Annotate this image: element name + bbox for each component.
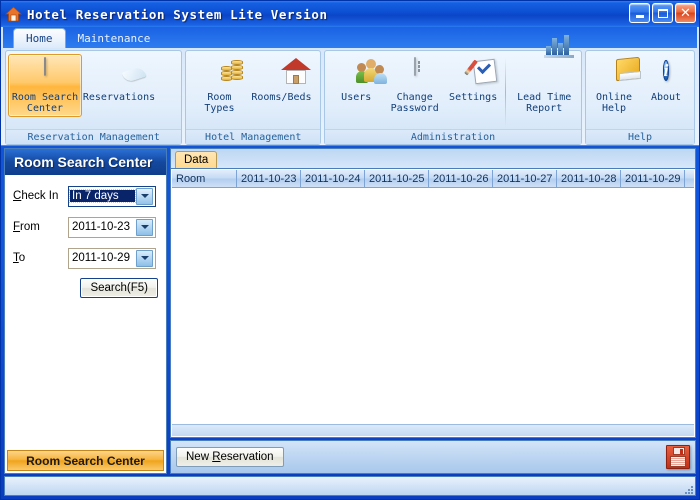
calendar-icon <box>29 57 61 90</box>
grid-column-header-date[interactable]: 2011-10-28 <box>557 170 621 188</box>
from-date-picker[interactable]: 2011-10-23 <box>68 216 156 238</box>
ribbon: Home Maintenance Room Search Center Rese… <box>1 27 699 146</box>
tab-home[interactable]: Home <box>13 28 66 48</box>
action-bar: New Reservation <box>170 440 696 474</box>
chevron-down-icon[interactable] <box>136 218 153 236</box>
ribbon-button-label: Rooms/Beds <box>251 92 312 103</box>
results-grid: Room 2011-10-23 2011-10-24 2011-10-25 20… <box>170 168 696 438</box>
grid-column-header-date[interactable]: 2011-10-27 <box>493 170 557 188</box>
check-in-label: Check In <box>13 190 59 202</box>
title-bar: Hotel Reservation System Lite Version ✕ <box>1 1 699 27</box>
search-form: Check In In 7 days From 2011-10-23 To 20… <box>5 175 166 449</box>
app-house-icon <box>4 5 23 23</box>
bar-chart-icon <box>528 35 575 90</box>
ribbon-group-label: Administration <box>325 129 581 144</box>
from-value: 2011-10-23 <box>72 221 130 233</box>
tab-data[interactable]: Data <box>175 151 218 168</box>
close-icon: ✕ <box>680 5 691 21</box>
grid-body[interactable] <box>172 188 694 424</box>
ribbon-separator <box>505 58 507 127</box>
grid-column-header-date[interactable]: 2011-10-25 <box>365 170 429 188</box>
to-label: To <box>13 252 26 264</box>
grid-column-header-filler <box>685 170 694 188</box>
ribbon-group-reservation-management: Room Search Center Reservations Reservat… <box>5 50 183 145</box>
ribbon-button-about[interactable]: i About <box>640 54 692 106</box>
ribbon-button-lead-time-report[interactable]: Lead Time Report <box>509 35 579 117</box>
ribbon-button-label: Room Search Center <box>11 92 79 114</box>
info-icon: i <box>662 60 670 81</box>
tab-maintenance[interactable]: Maintenance <box>66 28 163 48</box>
chevron-down-icon[interactable] <box>136 249 153 267</box>
search-row: Search(F5) <box>13 278 158 298</box>
house-icon <box>265 58 312 90</box>
resize-grip[interactable] <box>681 482 693 494</box>
ribbon-group-hotel-management: Room Types Rooms/Beds Hotel Management <box>185 50 321 145</box>
ribbon-button-rooms-beds[interactable]: Rooms/Beds <box>250 54 312 106</box>
field-check-in: Check In In 7 days <box>13 185 158 207</box>
checklist-pen-icon <box>457 58 498 90</box>
ribbon-button-label: Room Types <box>204 92 235 114</box>
ribbon-button-room-types[interactable]: Room Types <box>188 54 250 117</box>
grid-column-header-date[interactable]: 2011-10-26 <box>429 170 493 188</box>
ribbon-group-label: Hotel Management <box>186 129 320 144</box>
field-from: From 2011-10-23 <box>13 216 158 238</box>
grid-column-header-date[interactable]: 2011-10-29 <box>621 170 685 188</box>
main-panel: Data Room 2011-10-23 2011-10-24 2011-10-… <box>170 148 696 474</box>
check-in-select[interactable]: In 7 days <box>68 185 156 207</box>
panel-footer: Room Search Center <box>5 449 166 473</box>
ribbon-tab-strip: Home Maintenance <box>3 27 697 48</box>
grid-footer-strip <box>172 424 694 436</box>
ribbon-button-room-search-center[interactable]: Room Search Center <box>8 54 82 117</box>
ribbon-button-users[interactable]: Users <box>327 54 388 106</box>
new-reservation-button[interactable]: New Reservation <box>176 447 284 467</box>
coins-icon <box>203 58 244 90</box>
window-title: Hotel Reservation System Lite Version <box>27 6 328 22</box>
room-search-panel: Room Search Center Check In In 7 days Fr… <box>4 148 167 474</box>
globe-envelope-icon <box>103 58 135 90</box>
maximize-button[interactable] <box>652 3 673 23</box>
data-tab-strip: Data <box>170 148 696 168</box>
ribbon-button-label: Users <box>341 92 372 103</box>
to-value: 2011-10-29 <box>72 252 130 264</box>
to-date-picker[interactable]: 2011-10-29 <box>68 247 156 269</box>
minimize-button[interactable] <box>629 3 650 23</box>
content-area: Room Search Center Check In In 7 days Fr… <box>1 146 699 474</box>
password-field-icon <box>399 57 431 90</box>
ribbon-groups: Room Search Center Reservations Reservat… <box>3 35 697 145</box>
search-button[interactable]: Search(F5) <box>80 278 158 298</box>
nav-button-room-search-center[interactable]: Room Search Center <box>7 450 164 471</box>
ribbon-button-label: Online Help <box>595 92 633 114</box>
ribbon-button-label: Reservations <box>82 92 156 103</box>
panel-title: Room Search Center <box>5 149 166 175</box>
ribbon-button-settings[interactable]: Settings <box>444 54 502 106</box>
book-icon <box>598 56 641 90</box>
ribbon-group-label: Reservation Management <box>6 129 182 144</box>
from-label: From <box>13 221 40 233</box>
ribbon-button-online-help[interactable]: Online Help <box>588 54 641 117</box>
ribbon-group-administration: Users Change Password Settings Lead Time… <box>324 35 582 145</box>
grid-column-header-room[interactable]: Room <box>172 170 237 188</box>
ribbon-button-label: Settings <box>449 92 498 103</box>
ribbon-button-label: Change Password <box>390 92 439 114</box>
field-to: To 2011-10-29 <box>13 247 158 269</box>
close-button[interactable]: ✕ <box>675 3 696 23</box>
ribbon-button-change-password[interactable]: Change Password <box>385 54 443 117</box>
grid-column-header-date[interactable]: 2011-10-23 <box>237 170 301 188</box>
users-icon <box>340 58 388 90</box>
ribbon-group-label: Help <box>586 129 694 144</box>
ribbon-button-label: About <box>650 92 682 103</box>
ribbon-button-label: Lead Time Report <box>517 92 572 114</box>
chevron-down-icon[interactable] <box>136 187 153 205</box>
window-controls: ✕ <box>629 3 696 23</box>
grid-column-header-date[interactable]: 2011-10-24 <box>301 170 365 188</box>
ribbon-group-help: Online Help i About Help <box>585 50 695 145</box>
check-in-value: In 7 days <box>69 189 136 203</box>
floppy-save-icon[interactable] <box>666 445 690 469</box>
ribbon-button-reservations[interactable]: Reservations <box>82 54 156 106</box>
status-bar <box>4 476 696 496</box>
application-window: Hotel Reservation System Lite Version ✕ … <box>0 0 700 500</box>
grid-header-row: Room 2011-10-23 2011-10-24 2011-10-25 20… <box>172 170 694 188</box>
